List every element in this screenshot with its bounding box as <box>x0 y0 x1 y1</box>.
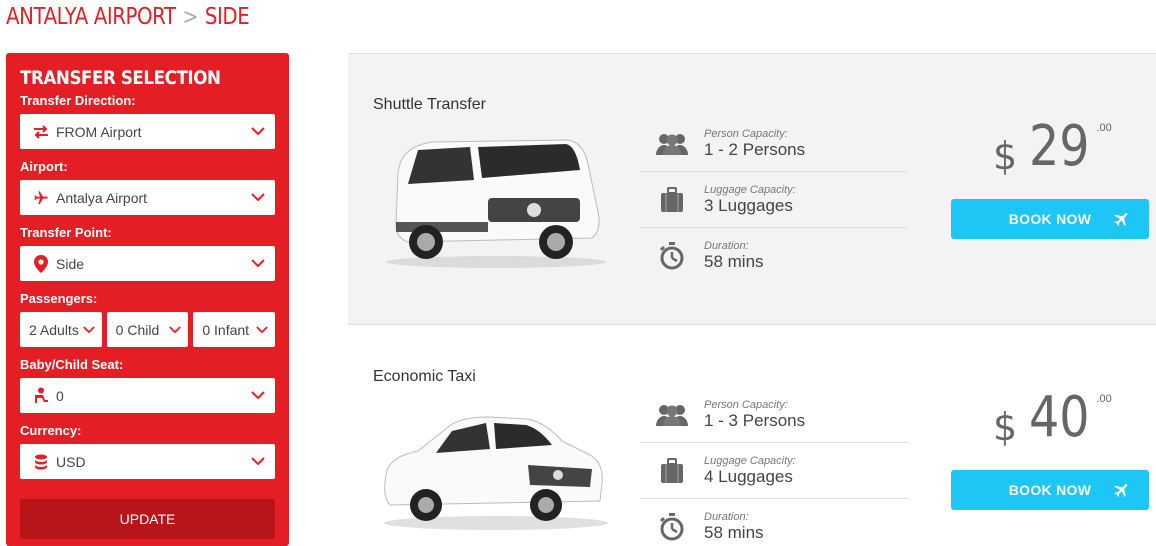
duration-spec: Duration: 58 mins <box>640 228 908 284</box>
breadcrumb-separator: > <box>182 4 199 30</box>
price-display: $ 40 .00 <box>993 385 1112 450</box>
person-capacity-spec: Person Capacity: 1 - 2 Persons <box>640 116 908 172</box>
currency-symbol: $ <box>993 134 1018 178</box>
swap-arrows-icon <box>32 123 50 141</box>
book-now-label: BOOK NOW <box>1008 482 1092 498</box>
person-capacity-label: Person Capacity: <box>704 127 788 140</box>
airplane-icon <box>1113 210 1131 231</box>
infant-select[interactable]: 0 Infant <box>193 312 276 347</box>
currency-select[interactable]: USD <box>20 444 275 479</box>
chevron-down-icon <box>251 455 265 469</box>
person-capacity-value: 1 - 2 Persons <box>704 139 806 159</box>
specs-list: Person Capacity: 1 - 3 Persons Luggage C… <box>640 387 908 546</box>
infant-value: 0 Infant <box>202 321 250 338</box>
airport-value: Antalya Airport <box>56 189 148 206</box>
adults-select[interactable]: 2 Adults <box>20 312 102 347</box>
passengers-row: 2 Adults 0 Child 0 Infant <box>20 312 276 347</box>
price-amount: 29 <box>1029 114 1090 179</box>
van-image <box>378 134 608 274</box>
chevron-down-icon <box>255 323 269 337</box>
baby-seat-icon <box>32 387 50 405</box>
transfer-point-select[interactable]: Side <box>20 246 275 281</box>
price-amount: 40 <box>1029 385 1090 450</box>
luggage-capacity-spec: Luggage Capacity: 4 Luggages <box>640 443 908 499</box>
panel-title: TRANSFER SELECTION <box>20 67 221 89</box>
people-group-icon <box>654 129 690 159</box>
breadcrumb-from[interactable]: ANTALYA AIRPORT <box>6 4 176 30</box>
duration-value: 58 mins <box>704 523 764 542</box>
person-capacity-value: 1 - 3 Persons <box>704 410 806 430</box>
child-select[interactable]: 0 Child <box>106 312 189 347</box>
chevron-down-icon <box>251 125 265 139</box>
book-now-button[interactable]: BOOK NOW <box>951 199 1149 239</box>
child-value: 0 Child <box>115 321 160 338</box>
luggage-capacity-label: Luggage Capacity: <box>704 454 796 467</box>
child-seat-value: 0 <box>56 387 64 404</box>
currency-label: Currency: <box>20 423 82 438</box>
breadcrumb: ANTALYA AIRPORT > SIDE <box>6 2 250 32</box>
duration-value: 58 mins <box>704 252 764 271</box>
airport-label: Airport: <box>20 159 68 174</box>
passengers-label: Passengers: <box>20 291 98 306</box>
luggage-capacity-label: Luggage Capacity: <box>704 183 796 196</box>
book-now-button[interactable]: BOOK NOW <box>951 470 1149 510</box>
airplane-icon <box>1113 481 1131 502</box>
duration-label: Duration: <box>704 511 749 523</box>
adults-value: 2 Adults <box>29 321 79 338</box>
transfer-point-value: Side <box>56 255 85 272</box>
coins-stack-icon <box>32 453 50 471</box>
vehicle-title: Economic Taxi <box>373 368 476 385</box>
suitcase-icon <box>654 185 690 215</box>
person-capacity-label: Person Capacity: <box>704 398 788 411</box>
transfer-selection-panel: TRANSFER SELECTION Transfer Direction: F… <box>6 53 289 546</box>
chevron-down-icon <box>251 257 265 271</box>
book-now-label: BOOK NOW <box>1008 211 1092 227</box>
specs-list: Person Capacity: 1 - 2 Persons Luggage C… <box>640 116 908 284</box>
luggage-capacity-spec: Luggage Capacity: 3 Luggages <box>640 172 908 228</box>
direction-select[interactable]: FROM Airport <box>20 114 275 149</box>
direction-value: FROM Airport <box>56 123 142 140</box>
currency-symbol: $ <box>993 405 1018 449</box>
update-button[interactable]: UPDATE <box>20 499 275 539</box>
breadcrumb-to: SIDE <box>204 4 250 30</box>
transfer-point-label: Transfer Point: <box>20 225 112 240</box>
chevron-down-icon <box>168 323 182 337</box>
result-card-economic-taxi: Economic Taxi Person Capacity: 1 - 3 Per… <box>348 325 1156 546</box>
suitcase-icon <box>654 456 690 486</box>
airport-select[interactable]: Antalya Airport <box>20 180 275 215</box>
luggage-capacity-value: 4 Luggages <box>704 466 793 486</box>
map-pin-icon <box>32 254 50 273</box>
duration-label: Duration: <box>704 240 749 252</box>
sedan-image <box>378 405 608 540</box>
airplane-icon <box>32 189 50 207</box>
person-capacity-spec: Person Capacity: 1 - 3 Persons <box>640 387 908 443</box>
duration-spec: Duration: 58 mins <box>640 499 908 546</box>
luggage-capacity-value: 3 Luggages <box>704 195 793 215</box>
stopwatch-icon <box>654 512 690 542</box>
price-display: $ 29 .00 <box>993 114 1112 179</box>
stopwatch-icon <box>654 241 690 271</box>
price-cents: .00 <box>1096 122 1112 134</box>
chevron-down-icon <box>251 191 265 205</box>
vehicle-title: Shuttle Transfer <box>373 96 486 113</box>
result-card-shuttle: Shuttle Transfer Person Capacity: 1 - 2 … <box>348 53 1156 325</box>
price-cents: .00 <box>1096 393 1112 405</box>
child-seat-select[interactable]: 0 <box>20 378 275 413</box>
chevron-down-icon <box>82 323 96 337</box>
child-seat-label: Baby/Child Seat: <box>20 357 124 372</box>
people-group-icon <box>654 400 690 430</box>
currency-value: USD <box>56 453 86 470</box>
direction-label: Transfer Direction: <box>20 93 136 108</box>
chevron-down-icon <box>251 389 265 403</box>
